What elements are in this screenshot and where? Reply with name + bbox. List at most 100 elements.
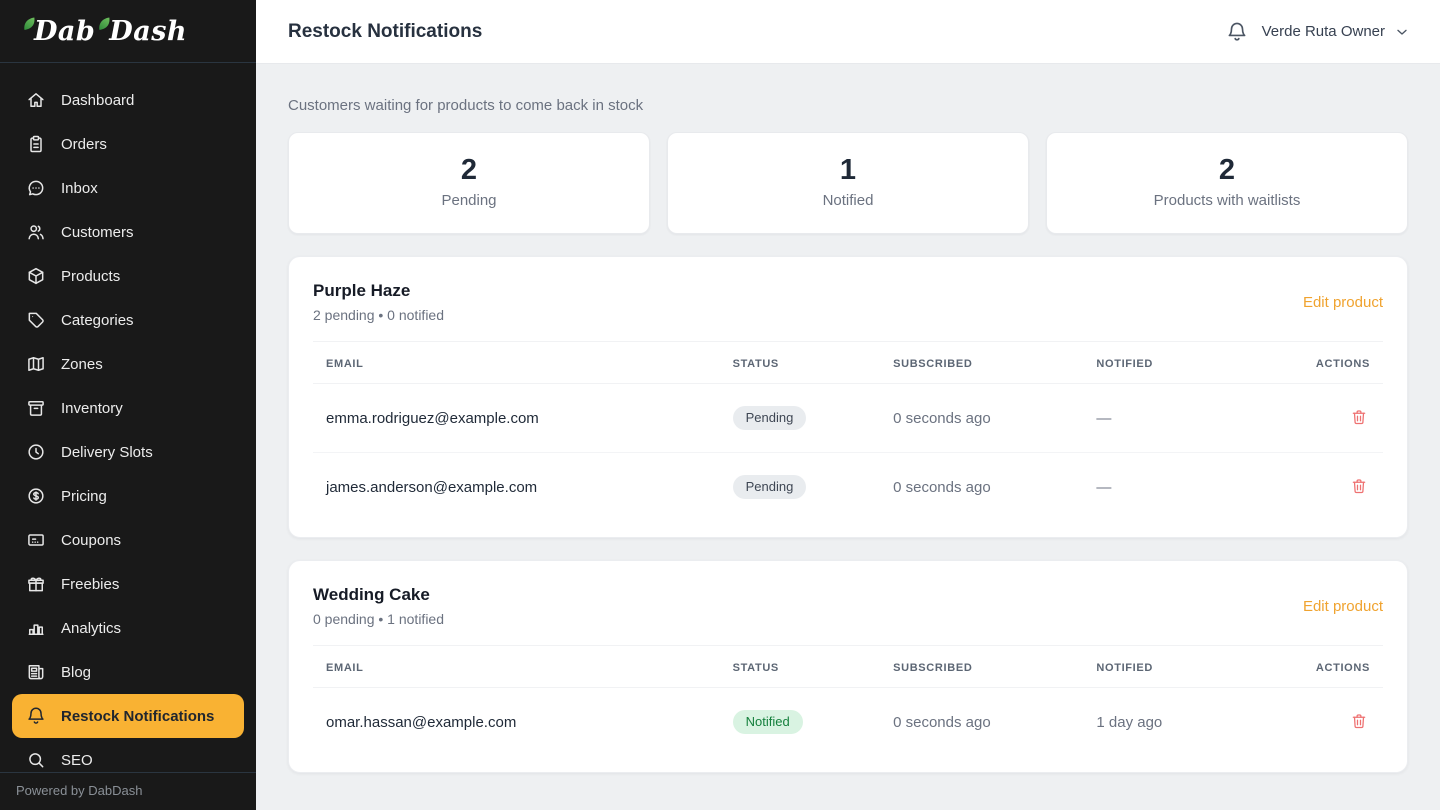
sidebar-item-customers[interactable]: Customers — [12, 210, 244, 254]
stat-label: Pending — [299, 192, 639, 209]
waitlist-table: EMAIL STATUS SUBSCRIBED NOTIFIED ACTIONS… — [313, 646, 1383, 756]
sidebar-item-orders[interactable]: Orders — [12, 122, 244, 166]
product-card-header: Wedding Cake 0 pending • 1 notified Edit… — [313, 585, 1383, 627]
top-header: Restock Notifications Verde Ruta Owner — [256, 0, 1440, 64]
sidebar-item-label: Inbox — [61, 180, 98, 197]
stat-card-pending: 2 Pending — [288, 132, 650, 234]
stat-value: 2 — [299, 154, 639, 187]
product-summary: 0 pending • 1 notified — [313, 611, 444, 627]
sidebar-item-label: Categories — [61, 312, 134, 329]
sidebar-item-label: Dashboard — [61, 92, 134, 109]
sidebar-item-label: Coupons — [61, 532, 121, 549]
sidebar-item-blog[interactable]: Blog — [12, 650, 244, 694]
row-subscribed: 0 seconds ago — [880, 384, 1083, 453]
row-notified: — — [1083, 384, 1297, 453]
trash-icon — [1350, 477, 1368, 495]
product-card-header: Purple Haze 2 pending • 0 notified Edit … — [313, 281, 1383, 323]
sidebar: Dab Dash Dashboard Orders Inbox Customers… — [0, 0, 256, 810]
product-summary: 2 pending • 0 notified — [313, 307, 444, 323]
delete-button[interactable] — [1348, 406, 1370, 428]
sidebar-item-delivery-slots[interactable]: Delivery Slots — [12, 430, 244, 474]
table-row: omar.hassan@example.com Notified 0 secon… — [313, 688, 1383, 757]
dollar-icon — [26, 486, 46, 506]
delete-button[interactable] — [1348, 710, 1370, 732]
sidebar-item-label: Products — [61, 268, 120, 285]
sidebar-item-analytics[interactable]: Analytics — [12, 606, 244, 650]
sidebar-item-dashboard[interactable]: Dashboard — [12, 78, 244, 122]
row-notified: — — [1083, 453, 1297, 522]
table-row: james.anderson@example.com Pending 0 sec… — [313, 453, 1383, 522]
col-header-actions: ACTIONS — [1297, 646, 1383, 688]
user-menu-label: Verde Ruta Owner — [1262, 23, 1385, 40]
col-header-notified: NOTIFIED — [1083, 646, 1297, 688]
sidebar-item-label: Orders — [61, 136, 107, 153]
brand-logo[interactable]: Dab Dash — [22, 18, 187, 45]
sidebar-item-freebies[interactable]: Freebies — [12, 562, 244, 606]
sidebar-item-label: Customers — [61, 224, 134, 241]
sidebar-item-coupons[interactable]: Coupons — [12, 518, 244, 562]
search-icon — [26, 750, 46, 770]
trash-icon — [1350, 712, 1368, 730]
sidebar-item-restock-notifications[interactable]: Restock Notifications — [12, 694, 244, 738]
sidebar-item-label: Freebies — [61, 576, 119, 593]
header-right: Verde Ruta Owner — [1226, 21, 1410, 43]
message-icon — [26, 178, 46, 198]
leaf-icon — [96, 15, 113, 32]
trash-icon — [1350, 408, 1368, 426]
chevron-down-icon — [1394, 24, 1410, 40]
archive-icon — [26, 398, 46, 418]
product-name: Purple Haze — [313, 281, 444, 301]
table-row: emma.rodriguez@example.com Pending 0 sec… — [313, 384, 1383, 453]
product-card-title-block: Purple Haze 2 pending • 0 notified — [313, 281, 444, 323]
sidebar-item-categories[interactable]: Categories — [12, 298, 244, 342]
col-header-status: STATUS — [720, 646, 881, 688]
logo-row: Dab Dash — [0, 0, 256, 63]
delete-button[interactable] — [1348, 475, 1370, 497]
sidebar-item-label: Restock Notifications — [61, 708, 214, 725]
sidebar-item-label: Analytics — [61, 620, 121, 637]
sidebar-item-label: Delivery Slots — [61, 444, 153, 461]
main-area: Restock Notifications Verde Ruta Owner C… — [256, 0, 1440, 810]
sidebar-item-seo[interactable]: SEO — [12, 738, 244, 772]
sidebar-item-inbox[interactable]: Inbox — [12, 166, 244, 210]
status-badge: Pending — [733, 406, 807, 430]
cube-icon — [26, 266, 46, 286]
product-card-title-block: Wedding Cake 0 pending • 1 notified — [313, 585, 444, 627]
gift-icon — [26, 574, 46, 594]
notification-bell-icon[interactable] — [1226, 21, 1248, 43]
powered-by-footer: Powered by DabDash — [0, 772, 256, 810]
table-header-row: EMAIL STATUS SUBSCRIBED NOTIFIED ACTIONS — [313, 646, 1383, 688]
logo-text-dab: Dab — [34, 18, 95, 45]
product-name: Wedding Cake — [313, 585, 444, 605]
sidebar-item-label: SEO — [61, 752, 93, 769]
edit-product-link[interactable]: Edit product — [1303, 294, 1383, 311]
status-badge: Pending — [733, 475, 807, 499]
content-area: Customers waiting for products to come b… — [256, 64, 1440, 810]
clock-icon — [26, 442, 46, 462]
edit-product-link[interactable]: Edit product — [1303, 598, 1383, 615]
col-header-status: STATUS — [720, 342, 881, 384]
sidebar-item-products[interactable]: Products — [12, 254, 244, 298]
chart-icon — [26, 618, 46, 638]
sidebar-nav: Dashboard Orders Inbox Customers Product… — [0, 63, 256, 772]
col-header-actions: ACTIONS — [1297, 342, 1383, 384]
home-icon — [26, 90, 46, 110]
stat-label: Notified — [678, 192, 1018, 209]
row-email: emma.rodriguez@example.com — [313, 384, 720, 453]
bell-icon — [26, 706, 46, 726]
col-header-subscribed: SUBSCRIBED — [880, 342, 1083, 384]
page-title: Restock Notifications — [288, 21, 482, 43]
sidebar-item-inventory[interactable]: Inventory — [12, 386, 244, 430]
sidebar-item-pricing[interactable]: Pricing — [12, 474, 244, 518]
table-header-row: EMAIL STATUS SUBSCRIBED NOTIFIED ACTIONS — [313, 342, 1383, 384]
page-subtitle: Customers waiting for products to come b… — [288, 97, 1408, 114]
col-header-email: EMAIL — [313, 342, 720, 384]
clipboard-icon — [26, 134, 46, 154]
tag-icon — [26, 310, 46, 330]
news-icon — [26, 662, 46, 682]
logo-text-dash: Dash — [109, 18, 187, 45]
status-badge: Notified — [733, 710, 803, 734]
user-menu[interactable]: Verde Ruta Owner — [1262, 23, 1410, 40]
users-icon — [26, 222, 46, 242]
sidebar-item-zones[interactable]: Zones — [12, 342, 244, 386]
